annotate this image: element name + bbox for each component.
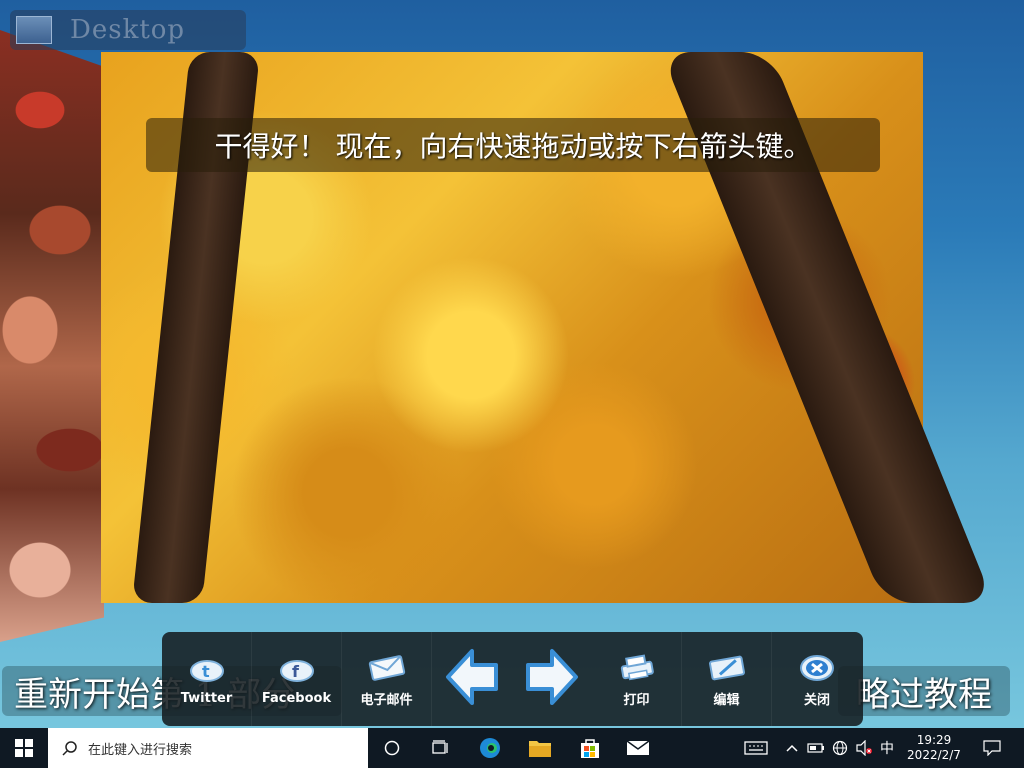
mail-taskbar-button[interactable] <box>614 728 662 768</box>
cortana-button[interactable] <box>368 728 416 768</box>
file-explorer-taskbar-button[interactable] <box>516 728 564 768</box>
edit-label: 编辑 <box>713 692 740 708</box>
previous-photo <box>0 30 104 642</box>
windows-icon <box>15 739 33 757</box>
clock-time: 19:29 <box>916 733 952 747</box>
next-photo-button[interactable] <box>512 632 592 726</box>
notifications-button[interactable] <box>968 728 1016 768</box>
close-icon <box>799 651 835 685</box>
desktop-icon <box>16 16 52 44</box>
twitter-button[interactable]: t Twitter <box>162 632 252 726</box>
close-button[interactable]: 关闭 <box>772 632 862 726</box>
print-button[interactable]: 打印 <box>592 632 682 726</box>
photo-toolbar: t Twitter f Facebook 电子邮件 打印 编辑 关闭 <box>162 632 863 726</box>
close-label: 关闭 <box>803 692 830 708</box>
battery-tray-button[interactable] <box>804 728 828 768</box>
ime-indicator[interactable]: 中 <box>876 728 898 768</box>
svg-text:f: f <box>292 662 300 681</box>
skip-tutorial-button[interactable]: 略过教程 <box>838 666 1010 716</box>
taskbar-search-box[interactable]: 在此键入进行搜索 <box>48 728 368 768</box>
store-taskbar-button[interactable] <box>566 728 614 768</box>
facebook-label: Facebook <box>261 690 332 706</box>
envelope-icon <box>367 651 407 685</box>
task-view-button[interactable] <box>416 728 464 768</box>
edit-button[interactable]: 编辑 <box>682 632 772 726</box>
email-button[interactable]: 电子邮件 <box>342 632 432 726</box>
twitter-label: Twitter <box>180 690 233 706</box>
task-view-icon <box>432 740 448 754</box>
edit-icon <box>707 651 747 685</box>
svg-text:t: t <box>202 662 210 681</box>
facebook-icon: f <box>279 653 315 687</box>
keyboard-icon <box>744 741 768 755</box>
arrow-right-icon <box>524 645 580 713</box>
edge-icon <box>480 738 500 758</box>
folder-icon <box>529 741 551 757</box>
globe-icon <box>832 740 848 756</box>
clock-date: 2022/2/7 <box>907 748 961 762</box>
volume-muted-icon <box>856 740 872 756</box>
clock[interactable]: 19:29 2022/2/7 <box>898 728 970 768</box>
desktop-background: Desktop 干得好！ 现在，向右快速拖动或按下右箭头键。 重新开始第 1 部… <box>0 0 1024 768</box>
previous-photo-button[interactable] <box>432 632 512 726</box>
chevron-up-icon <box>786 744 798 752</box>
store-icon <box>581 739 599 758</box>
printer-icon <box>618 651 656 685</box>
taskbar: 在此键入进行搜索 中 19:29 2022/2/7 <box>0 728 1024 768</box>
start-button[interactable] <box>0 728 48 768</box>
battery-icon <box>807 743 824 753</box>
print-label: 打印 <box>623 692 650 708</box>
show-hidden-icons-button[interactable] <box>780 728 804 768</box>
network-tray-button[interactable] <box>828 728 852 768</box>
circle-icon <box>384 740 400 756</box>
tutorial-instruction: 干得好！ 现在，向右快速拖动或按下右箭头键。 <box>146 118 880 172</box>
desktop-button[interactable]: Desktop <box>10 10 246 50</box>
facebook-button[interactable]: f Facebook <box>252 632 342 726</box>
volume-tray-button[interactable] <box>852 728 876 768</box>
arrow-left-icon <box>444 645 500 713</box>
search-placeholder: 在此键入进行搜索 <box>88 742 193 758</box>
mail-icon <box>626 740 650 755</box>
keyboard-tray-button[interactable] <box>732 728 780 768</box>
search-icon <box>62 741 77 756</box>
edge-taskbar-button[interactable] <box>466 728 514 768</box>
notification-icon <box>983 740 1001 756</box>
email-label: 电子邮件 <box>360 692 413 708</box>
twitter-icon: t <box>189 653 225 687</box>
desktop-label: Desktop <box>70 15 186 45</box>
